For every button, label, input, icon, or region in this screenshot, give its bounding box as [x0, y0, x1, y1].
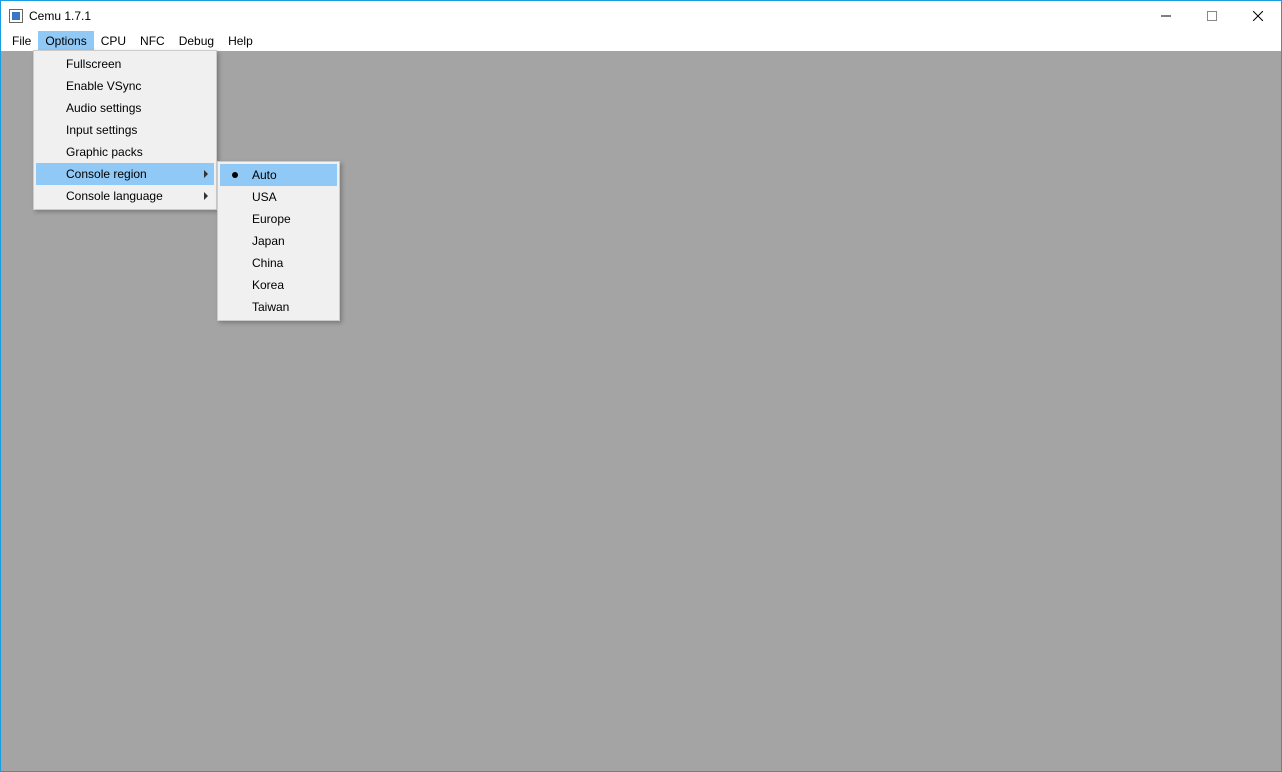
region-item-auto[interactable]: Auto — [220, 164, 337, 186]
region-item-japan[interactable]: Japan — [220, 230, 337, 252]
menu-cpu[interactable]: CPU — [94, 31, 133, 51]
menu-label: Fullscreen — [66, 57, 121, 71]
region-item-usa[interactable]: USA — [220, 186, 337, 208]
menu-label: Auto — [252, 168, 277, 182]
close-button[interactable] — [1235, 1, 1281, 31]
options-item-fullscreen[interactable]: Fullscreen — [36, 53, 214, 75]
menu-help[interactable]: Help — [221, 31, 260, 51]
region-item-europe[interactable]: Europe — [220, 208, 337, 230]
menu-label: Console region — [66, 167, 147, 181]
app-icon — [9, 9, 23, 23]
menu-label: Console language — [66, 189, 163, 203]
console-region-dropdown: Auto USA Europe Japan China Korea Taiwan — [217, 161, 340, 321]
menu-label: Taiwan — [252, 300, 289, 314]
submenu-arrow-icon — [204, 170, 208, 178]
menubar: File Options CPU NFC Debug Help — [1, 31, 1281, 51]
minimize-icon — [1161, 11, 1171, 21]
window-controls — [1143, 1, 1281, 31]
radio-selected-icon — [232, 172, 238, 178]
menu-file[interactable]: File — [5, 31, 38, 51]
options-item-enable-vsync[interactable]: Enable VSync — [36, 75, 214, 97]
minimize-button[interactable] — [1143, 1, 1189, 31]
menu-label: Enable VSync — [66, 79, 141, 93]
menu-label: Graphic packs — [66, 145, 143, 159]
maximize-button[interactable] — [1189, 1, 1235, 31]
options-item-graphic-packs[interactable]: Graphic packs — [36, 141, 214, 163]
region-item-china[interactable]: China — [220, 252, 337, 274]
region-item-taiwan[interactable]: Taiwan — [220, 296, 337, 318]
menu-label: Europe — [252, 212, 291, 226]
menu-label: USA — [252, 190, 277, 204]
menu-label: China — [252, 256, 283, 270]
menu-nfc[interactable]: NFC — [133, 31, 172, 51]
menu-label: Japan — [252, 234, 285, 248]
menu-label: Korea — [252, 278, 284, 292]
close-icon — [1253, 11, 1263, 21]
maximize-icon — [1207, 11, 1217, 21]
options-item-console-region[interactable]: Console region — [36, 163, 214, 185]
menu-label: Audio settings — [66, 101, 141, 115]
submenu-arrow-icon — [204, 192, 208, 200]
options-item-input-settings[interactable]: Input settings — [36, 119, 214, 141]
menu-options[interactable]: Options — [38, 31, 93, 51]
region-item-korea[interactable]: Korea — [220, 274, 337, 296]
options-item-console-language[interactable]: Console language — [36, 185, 214, 207]
options-dropdown: Fullscreen Enable VSync Audio settings I… — [33, 50, 217, 210]
options-item-audio-settings[interactable]: Audio settings — [36, 97, 214, 119]
titlebar[interactable]: Cemu 1.7.1 — [1, 1, 1281, 31]
menu-debug[interactable]: Debug — [172, 31, 221, 51]
window-title: Cemu 1.7.1 — [29, 9, 91, 23]
menu-label: Input settings — [66, 123, 137, 137]
